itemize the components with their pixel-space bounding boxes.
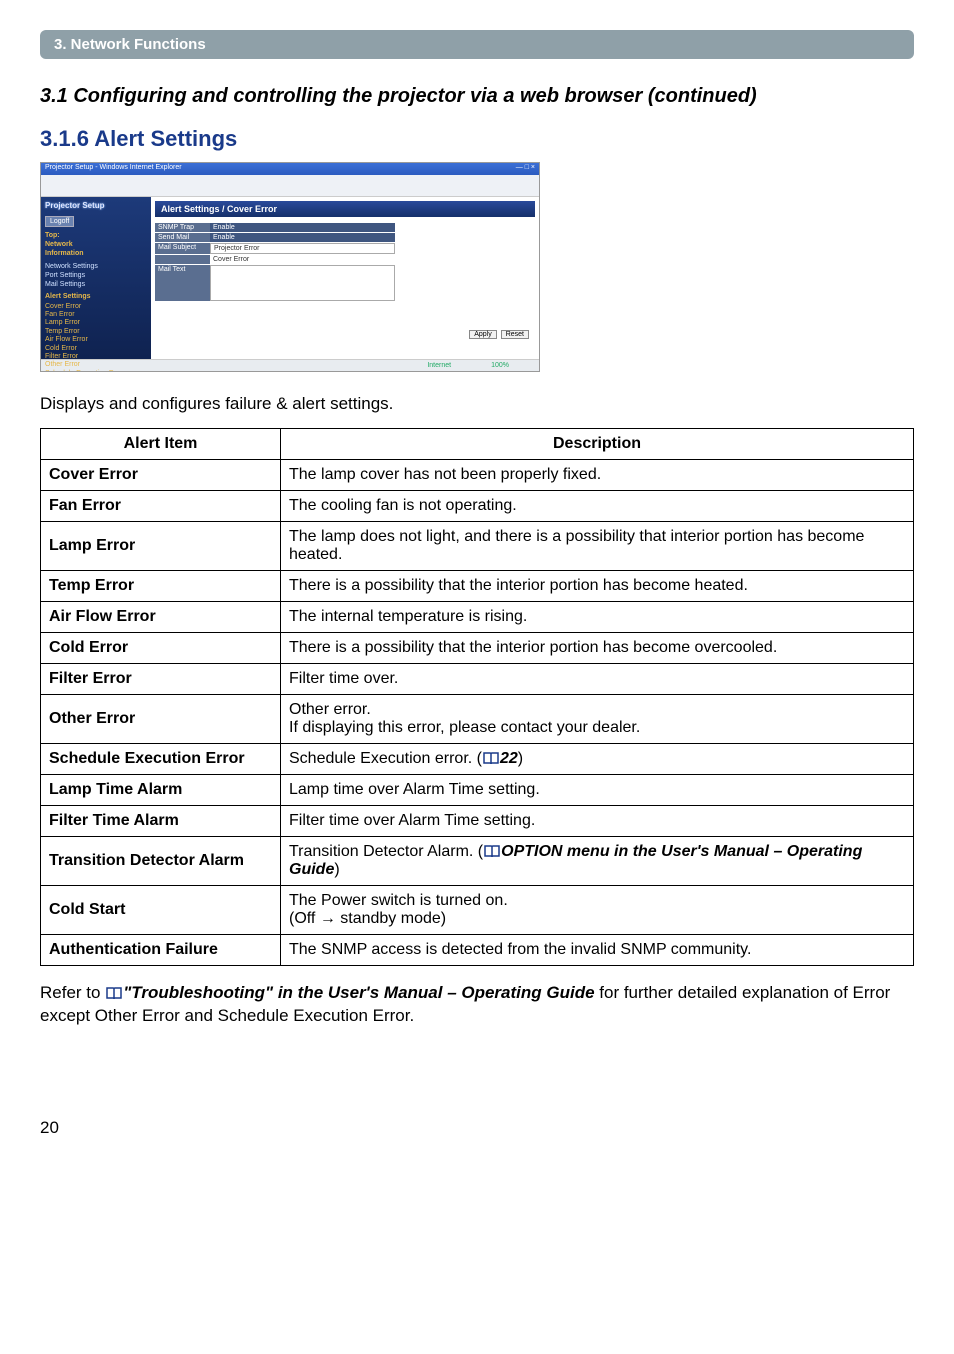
table-row: Lamp ErrorThe lamp does not light, and t…	[41, 522, 914, 571]
panel-title: Alert Settings / Cover Error	[155, 201, 535, 217]
table-row: Fan ErrorThe cooling fan is not operatin…	[41, 491, 914, 522]
table-row: Schedule Execution Error Schedule Execut…	[41, 744, 914, 775]
apply-button[interactable]: Apply	[469, 330, 497, 339]
window-title: Projector Setup - Windows Internet Explo…	[45, 164, 182, 174]
sidebar-header: Projector Setup	[45, 201, 147, 210]
table-row: Filter ErrorFilter time over.	[41, 664, 914, 695]
main-panel: Alert Settings / Cover Error SNMP TrapEn…	[151, 197, 539, 359]
alert-table: Alert Item Description Cover ErrorThe la…	[40, 428, 914, 966]
table-row: Authentication FailureThe SNMP access is…	[41, 935, 914, 966]
browser-toolbar	[41, 175, 539, 197]
book-icon	[106, 987, 122, 1000]
table-row: Air Flow ErrorThe internal temperature i…	[41, 602, 914, 633]
page-number: 20	[40, 1118, 914, 1138]
table-row: Cover ErrorThe lamp cover has not been p…	[41, 460, 914, 491]
table-row: Lamp Time AlarmLamp time over Alarm Time…	[41, 775, 914, 806]
sidebar-mid-links: Network Settings Port Settings Mail Sett…	[45, 262, 147, 289]
book-icon	[484, 845, 500, 858]
header-desc: Description	[281, 429, 914, 460]
table-row: Other Error Other error.If displaying th…	[41, 695, 914, 744]
alert-settings-screenshot: Projector Setup - Windows Internet Explo…	[40, 162, 540, 372]
table-row: Temp ErrorThere is a possibility that th…	[41, 571, 914, 602]
table-row: Filter Time AlarmFilter time over Alarm …	[41, 806, 914, 837]
footer-reference: Refer to "Troubleshooting" in the User's…	[40, 982, 914, 1028]
logoff-button[interactable]: Logoff	[45, 216, 74, 227]
chapter-bar: 3. Network Functions	[40, 30, 914, 59]
header-item: Alert Item	[41, 429, 281, 460]
table-row: Cold Start The Power switch is turned on…	[41, 886, 914, 935]
book-icon	[483, 752, 499, 765]
sidebar-alert-items: Cover Error Fan Error Lamp Error Temp Er…	[45, 303, 147, 372]
sidebar: Projector Setup Logoff Top: Network Info…	[41, 197, 151, 359]
intro-text: Displays and configures failure & alert …	[40, 394, 914, 414]
section-title: 3.1 Configuring and controlling the proj…	[40, 85, 914, 108]
table-row: Cold ErrorThere is a possibility that th…	[41, 633, 914, 664]
table-row: Transition Detector Alarm Transition Det…	[41, 837, 914, 886]
subsection-title: 3.1.6 Alert Settings	[40, 126, 914, 152]
reset-button[interactable]: Reset	[501, 330, 529, 339]
window-titlebar: Projector Setup - Windows Internet Explo…	[41, 163, 539, 175]
sidebar-top-links: Top: Network Information	[45, 231, 147, 258]
